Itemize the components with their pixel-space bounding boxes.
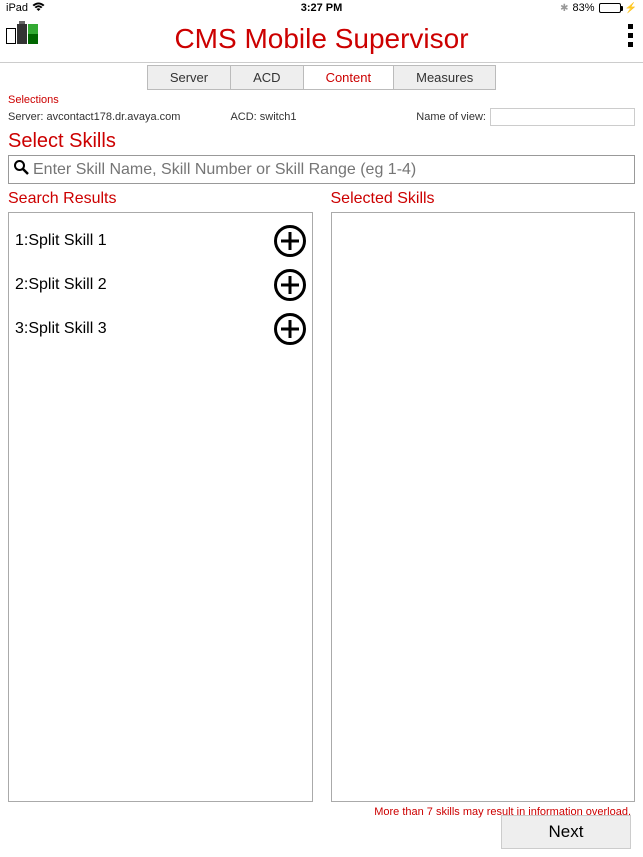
tab-bar: Server ACD Content Measures: [0, 63, 643, 92]
acd-info: ACD: switch1: [230, 111, 296, 123]
add-skill-button[interactable]: [274, 269, 306, 301]
results-list: 1:Split Skill 1 2:Split Skill 2 3:Split …: [8, 212, 313, 802]
carrier-label: iPad: [6, 2, 28, 14]
list-item: 1:Split Skill 1: [13, 219, 308, 263]
battery-icon: [599, 3, 621, 13]
skill-label: 3:Split Skill 3: [15, 320, 107, 338]
status-time: 3:27 PM: [301, 2, 343, 14]
list-item: 2:Split Skill 2: [13, 263, 308, 307]
results-title: Search Results: [8, 190, 313, 208]
status-green-icon: [28, 24, 38, 44]
selections-label: Selections: [0, 92, 643, 108]
wifi-icon: [32, 2, 45, 15]
chip-icon: [17, 24, 27, 44]
selected-skills-column: Selected Skills: [331, 190, 636, 802]
view-name-label: Name of view:: [416, 111, 486, 123]
add-skill-button[interactable]: [274, 313, 306, 345]
battery-pct: 83%: [573, 2, 595, 14]
next-button[interactable]: Next: [501, 815, 631, 849]
server-info: Server: avcontact178.dr.avaya.com: [8, 111, 180, 123]
tab-acd[interactable]: ACD: [230, 65, 302, 90]
search-results-column: Search Results 1:Split Skill 1 2:Split S…: [8, 190, 313, 802]
app-header: CMS Mobile Supervisor: [0, 16, 643, 63]
columns: Search Results 1:Split Skill 1 2:Split S…: [0, 190, 643, 802]
list-item: 3:Split Skill 3: [13, 307, 308, 351]
device-icon: [6, 28, 16, 44]
search-icon: [13, 159, 29, 180]
menu-button[interactable]: [628, 24, 633, 47]
view-name-input[interactable]: [490, 108, 635, 126]
status-bar: iPad 3:27 PM ✱ 83% ⚡: [0, 0, 643, 16]
app-title: CMS Mobile Supervisor: [174, 23, 468, 55]
bluetooth-icon: ✱: [560, 3, 568, 14]
selected-list: [331, 212, 636, 802]
skill-label: 1:Split Skill 1: [15, 232, 107, 250]
page-title: Select Skills: [0, 130, 643, 153]
skill-label: 2:Split Skill 2: [15, 276, 107, 294]
tab-content[interactable]: Content: [303, 65, 394, 90]
info-row: Server: avcontact178.dr.avaya.com ACD: s…: [0, 108, 643, 130]
search-box: [8, 155, 635, 184]
selected-title: Selected Skills: [331, 190, 636, 208]
tab-server[interactable]: Server: [147, 65, 230, 90]
tab-measures[interactable]: Measures: [393, 65, 496, 90]
charging-icon: ⚡: [625, 3, 637, 14]
search-input[interactable]: [33, 161, 630, 179]
connection-icons: [6, 24, 38, 44]
add-skill-button[interactable]: [274, 225, 306, 257]
